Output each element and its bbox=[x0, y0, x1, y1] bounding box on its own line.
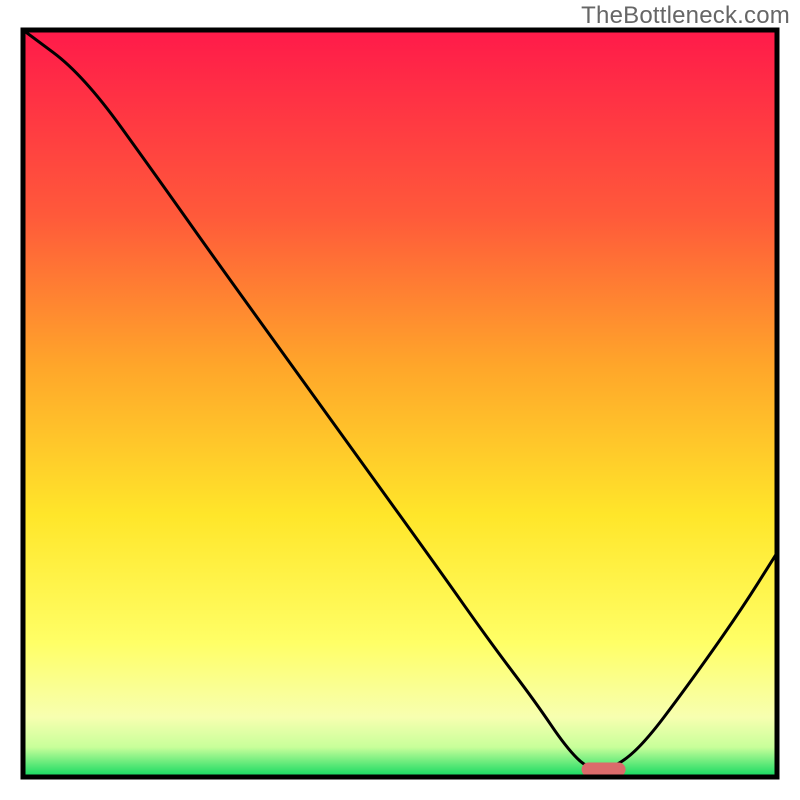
optimum-marker bbox=[582, 763, 626, 777]
bottleneck-chart bbox=[0, 0, 800, 800]
watermark-text: TheBottleneck.com bbox=[581, 2, 790, 30]
plot-background bbox=[23, 30, 777, 777]
chart-container: { "watermark": "TheBottleneck.com", "cha… bbox=[0, 0, 800, 800]
